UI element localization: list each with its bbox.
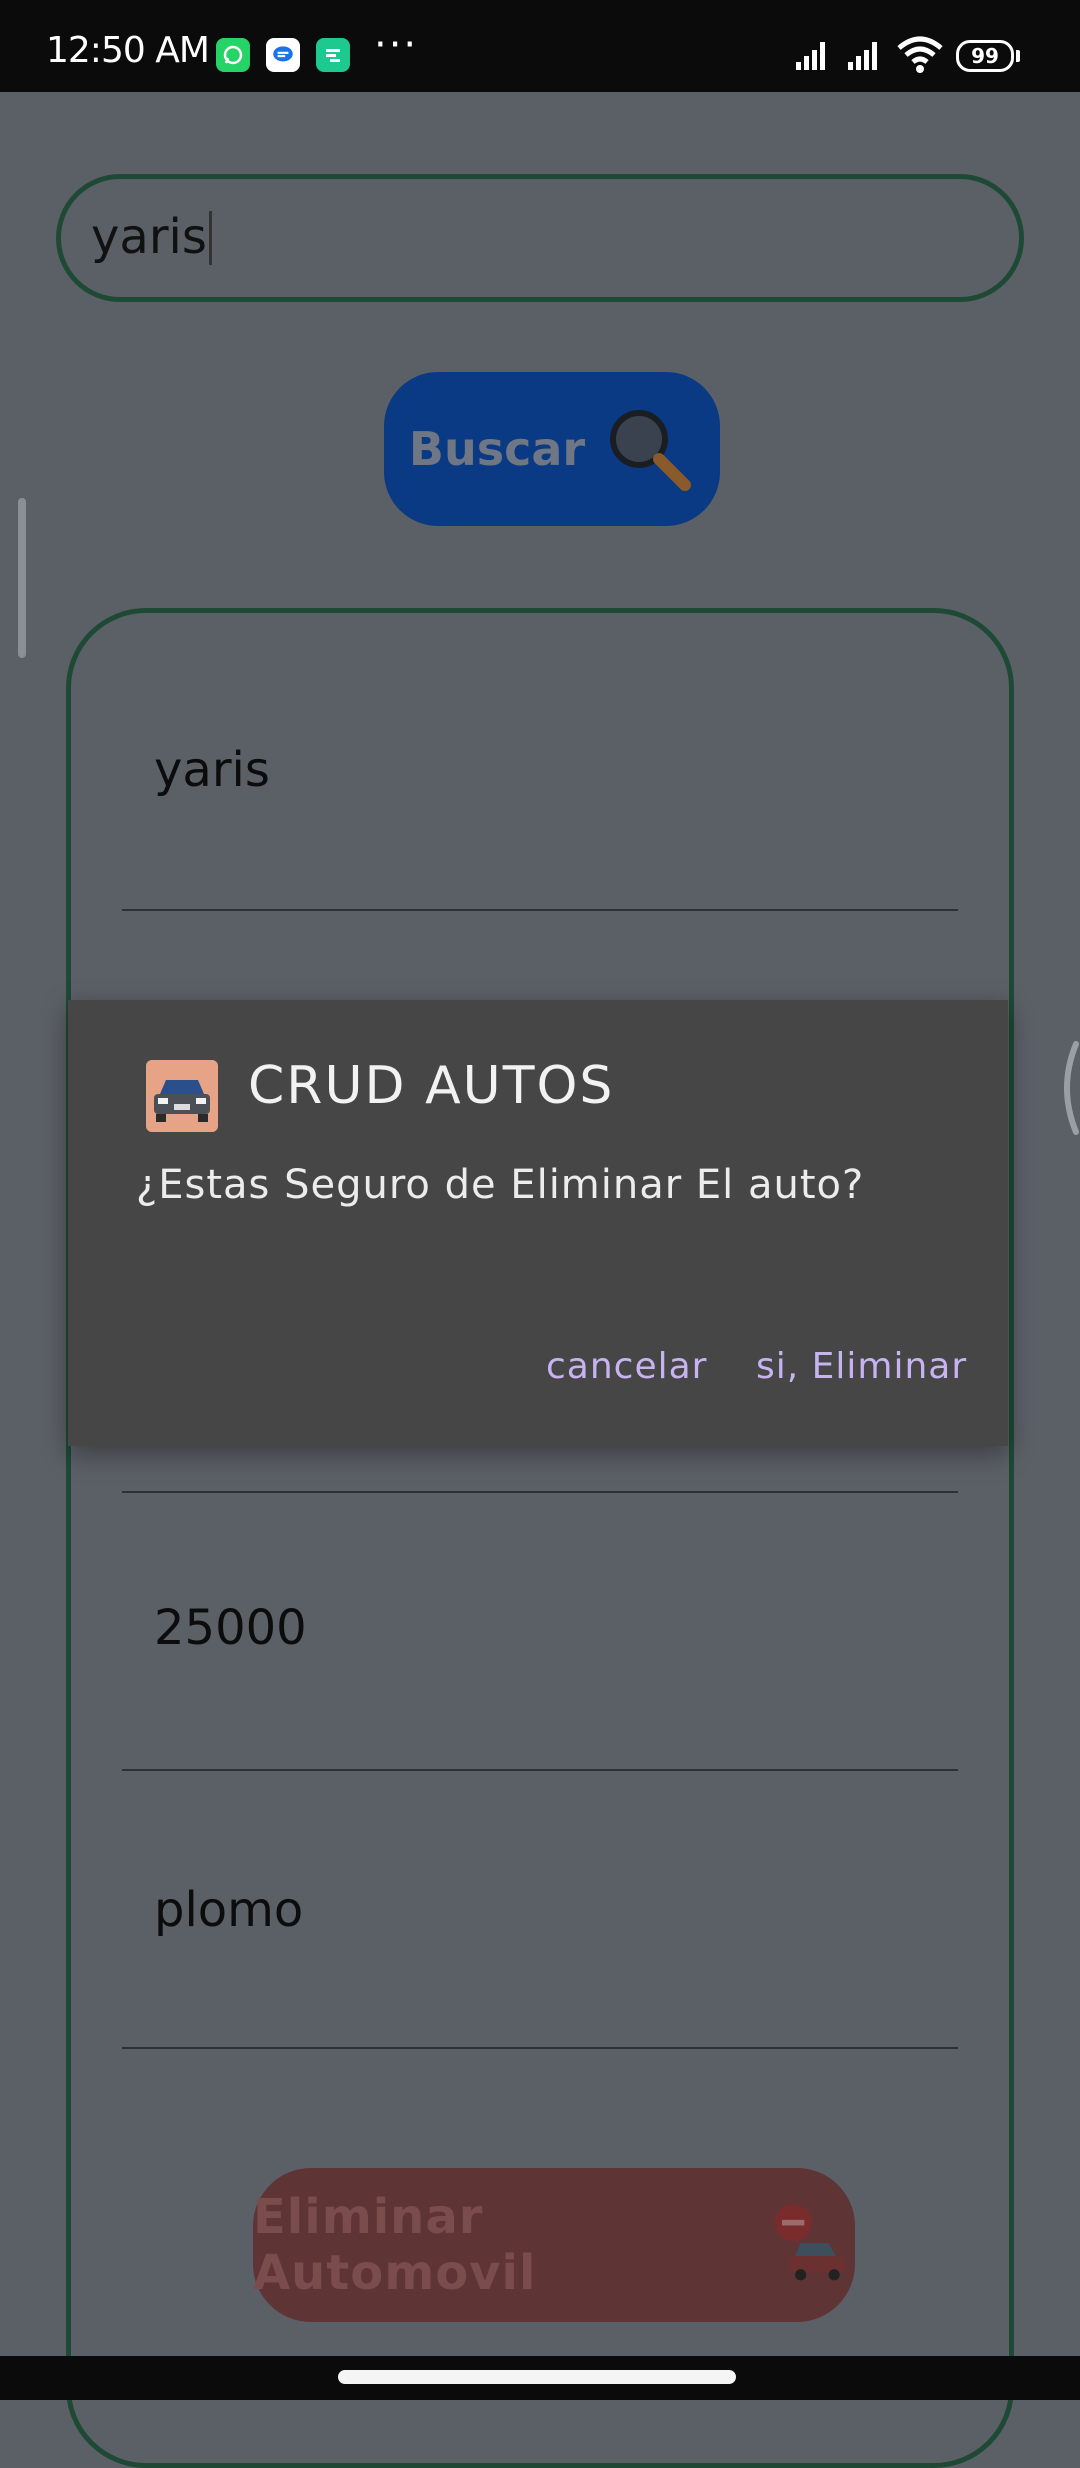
field-hidden-underline	[122, 1491, 958, 1493]
status-time: 12:50 AM	[46, 30, 210, 71]
whatsapp-icon	[216, 38, 250, 72]
cancel-button[interactable]: cancelar	[546, 1346, 707, 1387]
field-color-underline	[122, 2047, 958, 2049]
app-icon	[316, 38, 350, 72]
search-button[interactable]: Buscar	[384, 372, 720, 526]
field-color-value[interactable]: plomo	[154, 1882, 303, 1938]
wifi-icon	[897, 36, 943, 73]
search-input[interactable]: yaris	[56, 174, 1024, 302]
search-button-label: Buscar	[408, 422, 586, 476]
battery-tip	[1016, 50, 1020, 62]
field-price-value[interactable]: 25000	[154, 1600, 307, 1656]
more-notifications-icon: ···	[374, 22, 419, 68]
messenger-icon	[266, 38, 300, 72]
search-input-value: yaris	[91, 209, 212, 265]
edge-panel-handle[interactable]	[1052, 1040, 1080, 1136]
field-model-underline	[122, 909, 958, 911]
confirm-delete-dialog: CRUD AUTOS ¿Estas Seguro de Eliminar El …	[68, 1000, 1008, 1446]
car-delete-icon	[775, 2204, 846, 2281]
magnifier-icon	[610, 410, 692, 491]
dialog-message: ¿Estas Seguro de Eliminar El auto?	[136, 1162, 865, 1208]
battery-icon: 99	[956, 40, 1014, 72]
signal-icon-2	[848, 42, 877, 70]
field-model-value[interactable]: yaris	[154, 742, 270, 798]
field-price-underline	[122, 1769, 958, 1771]
status-bar: 12:50 AM ··· 99	[0, 0, 1080, 92]
delete-car-button-label: Eliminar Automovil	[253, 2189, 537, 2301]
home-indicator[interactable]	[338, 2370, 736, 2384]
confirm-delete-button[interactable]: si, Eliminar	[756, 1346, 967, 1387]
signal-icon	[796, 42, 825, 70]
dialog-title: CRUD AUTOS	[248, 1056, 615, 1116]
text-cursor	[208, 211, 212, 265]
car-app-icon	[146, 1060, 218, 1132]
scroll-indicator	[18, 498, 26, 658]
delete-car-button[interactable]: Eliminar Automovil	[253, 2168, 855, 2322]
